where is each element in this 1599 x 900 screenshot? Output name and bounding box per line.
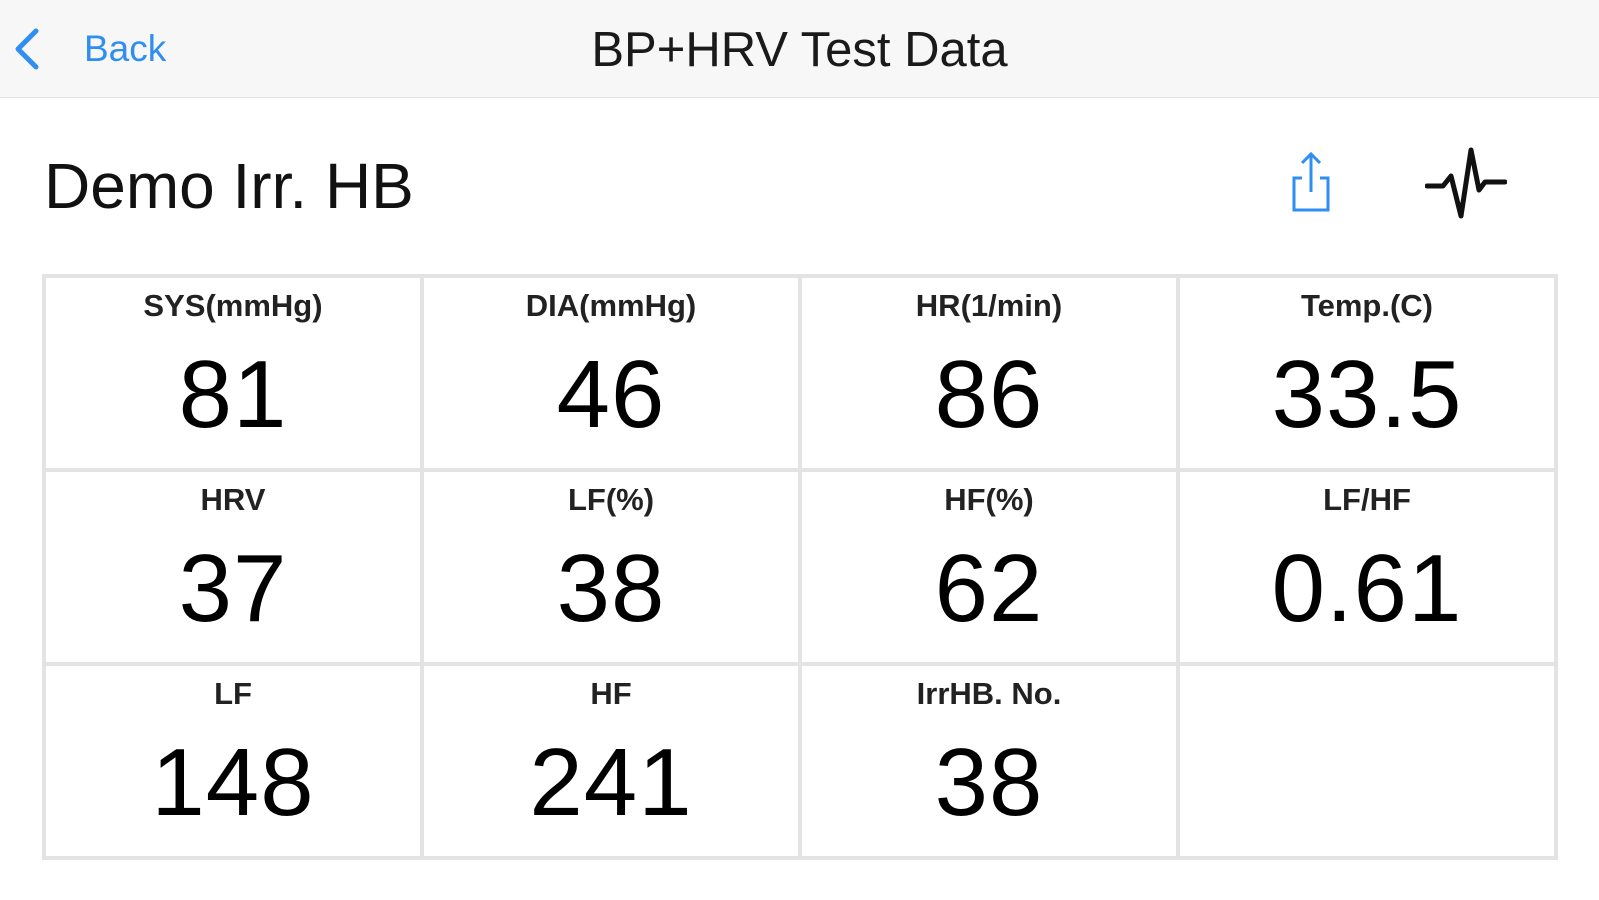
back-button[interactable]: Back bbox=[10, 22, 166, 76]
metric-value: 86 bbox=[934, 341, 1044, 448]
metric-cell-lf: LF 148 bbox=[44, 664, 422, 858]
metric-cell-hrv: HRV 37 bbox=[44, 470, 422, 664]
metric-value: 38 bbox=[934, 729, 1044, 836]
metric-label: LF(%) bbox=[567, 482, 655, 517]
metric-label: SYS(mmHg) bbox=[143, 288, 323, 323]
pulse-waveform-icon bbox=[1424, 147, 1508, 219]
metric-value: 0.61 bbox=[1271, 535, 1463, 642]
metric-cell-dia: DIA(mmHg) 46 bbox=[422, 276, 800, 470]
metric-label: HF bbox=[590, 676, 632, 711]
metric-cell-hf: HF 241 bbox=[422, 664, 800, 858]
metric-label: LF bbox=[214, 676, 252, 711]
metric-cell-hr: HR(1/min) 86 bbox=[800, 276, 1178, 470]
share-icon bbox=[1292, 151, 1330, 212]
metric-value: 33.5 bbox=[1271, 341, 1463, 448]
metric-label: HRV bbox=[200, 482, 266, 517]
metric-label: HF(%) bbox=[944, 482, 1034, 517]
metric-label: DIA(mmHg) bbox=[525, 288, 697, 323]
page-title: BP+HRV Test Data bbox=[591, 23, 1008, 77]
metric-cell-sys: SYS(mmHg) 81 bbox=[44, 276, 422, 470]
metric-value: 148 bbox=[151, 729, 315, 836]
metric-value: 241 bbox=[529, 729, 693, 836]
metrics-grid: SYS(mmHg) 81 DIA(mmHg) 46 HR(1/min) 86 T… bbox=[42, 274, 1558, 860]
chevron-left-icon bbox=[15, 28, 39, 70]
metric-cell-lf-hf: LF/HF 0.61 bbox=[1178, 470, 1556, 664]
share-button[interactable] bbox=[1280, 148, 1340, 220]
metric-value: 46 bbox=[556, 341, 666, 448]
metric-cell-hf-percent: HF(%) 62 bbox=[800, 470, 1178, 664]
metric-cell-lf-percent: LF(%) 38 bbox=[422, 470, 800, 664]
metric-cell-empty bbox=[1178, 664, 1556, 858]
metric-label: HR(1/min) bbox=[915, 288, 1063, 323]
navigation-bar: Back BP+HRV Test Data bbox=[0, 0, 1599, 98]
metric-value: 62 bbox=[934, 535, 1044, 642]
metric-label: Temp.(C) bbox=[1300, 288, 1434, 323]
back-label: Back bbox=[84, 28, 167, 69]
pulse-button[interactable] bbox=[1424, 146, 1508, 222]
metric-value: 37 bbox=[178, 535, 288, 642]
metric-label: IrrHB. No. bbox=[916, 676, 1062, 711]
metric-cell-temp: Temp.(C) 33.5 bbox=[1178, 276, 1556, 470]
metric-cell-irrhb: IrrHB. No. 38 bbox=[800, 664, 1178, 858]
metric-value: 81 bbox=[178, 341, 288, 448]
metric-value: 38 bbox=[556, 535, 666, 642]
record-name: Demo Irr. HB bbox=[44, 150, 414, 222]
metric-label: LF/HF bbox=[1323, 482, 1411, 517]
